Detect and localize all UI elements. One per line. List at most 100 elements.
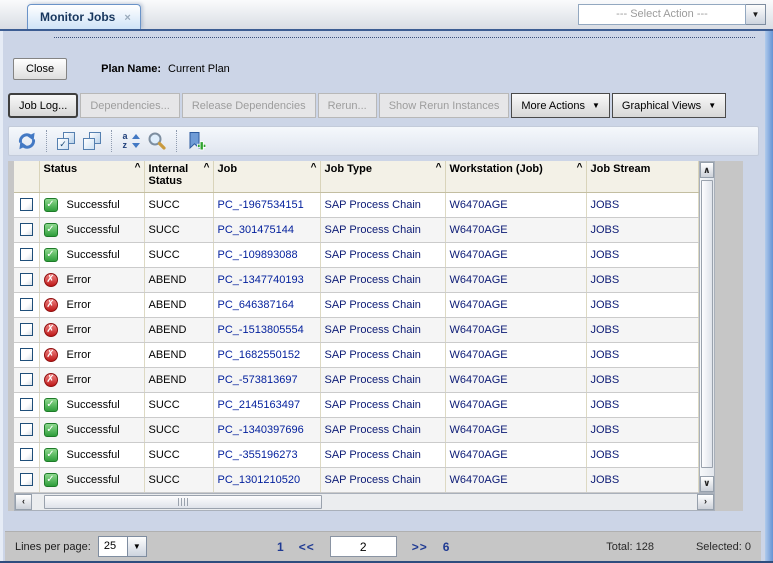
last-page-link[interactable]: 6 (443, 540, 450, 554)
status-icon: ✗ (44, 298, 58, 312)
job-stream-cell: JOBS (586, 342, 698, 367)
tab-close-icon[interactable]: × (124, 12, 130, 24)
more-actions-menu-button[interactable]: More Actions ▼ (511, 93, 610, 118)
job-type-text: SAP Process Chain (325, 424, 421, 436)
job-type-text: SAP Process Chain (325, 374, 421, 386)
job-link[interactable]: PC_-1967534151 (218, 199, 304, 211)
row-checkbox[interactable] (20, 448, 33, 461)
action-toolbar: Job Log... Dependencies... Release Depen… (8, 93, 759, 118)
row-checkbox[interactable] (20, 398, 33, 411)
header-status[interactable]: Status^ (39, 161, 144, 192)
job-link[interactable]: PC_-1347740193 (218, 274, 304, 286)
row-checkbox[interactable] (20, 423, 33, 436)
scroll-right-icon[interactable]: › (697, 494, 714, 510)
internal-status-cell: ABEND (144, 292, 213, 317)
job-stream-cell: JOBS (586, 442, 698, 467)
row-checkbox[interactable] (20, 223, 33, 236)
job-type-cell: SAP Process Chain (320, 367, 445, 392)
close-button[interactable]: Close (13, 58, 67, 80)
job-link[interactable]: PC_646387164 (218, 299, 294, 311)
lines-per-page-select[interactable]: 25 ▼ (98, 536, 147, 557)
status-cell: ✗Error (39, 267, 144, 292)
job-link[interactable]: PC_-1513805554 (218, 324, 304, 336)
deselect-all-icon[interactable] (79, 128, 105, 154)
previous-page-icon[interactable]: << (299, 540, 315, 554)
internal-status-cell: SUCC (144, 417, 213, 442)
rerun-button: Rerun... (318, 93, 377, 118)
row-checkbox[interactable] (20, 323, 33, 336)
scroll-left-icon[interactable]: ‹ (15, 494, 32, 510)
scroll-down-icon[interactable]: ∨ (700, 476, 715, 492)
total-count: Total: 128 (606, 541, 654, 553)
first-page-link[interactable]: 1 (277, 540, 284, 554)
sort-ascending-icon: ^ (577, 162, 583, 173)
status-text: Error (67, 373, 91, 385)
header-workstation[interactable]: Workstation (Job)^ (445, 161, 586, 192)
sort-icon[interactable]: az (118, 128, 144, 154)
row-checkbox[interactable] (20, 198, 33, 211)
current-page-input[interactable] (330, 536, 397, 557)
chevron-down-icon[interactable]: ▼ (746, 4, 766, 25)
add-bookmark-icon[interactable] (183, 128, 209, 154)
job-type-text: SAP Process Chain (325, 449, 421, 461)
row-select-cell (14, 442, 39, 467)
scroll-up-icon[interactable]: ∧ (700, 162, 715, 178)
plan-name: Plan Name:Current Plan (101, 63, 230, 75)
row-checkbox[interactable] (20, 298, 33, 311)
toolbar-separator (46, 130, 47, 152)
job-link[interactable]: PC_-573813697 (218, 374, 298, 386)
status-cell: ✓Successful (39, 392, 144, 417)
job-link[interactable]: PC_301475144 (218, 224, 294, 236)
job-stream-text: JOBS (591, 424, 620, 436)
row-checkbox[interactable] (20, 273, 33, 286)
horizontal-scrollbar-thumb[interactable] (44, 495, 322, 509)
vertical-scrollbar-thumb[interactable] (701, 180, 714, 468)
row-checkbox[interactable] (20, 248, 33, 261)
header-job-stream[interactable]: Job Stream (586, 161, 698, 192)
toolbar-separator (111, 130, 112, 152)
workstation-text: W6470AGE (450, 449, 508, 461)
job-stream-text: JOBS (591, 349, 620, 361)
header-internal-status[interactable]: Internal Status^ (144, 161, 213, 192)
row-checkbox[interactable] (20, 348, 33, 361)
job-stream-text: JOBS (591, 199, 620, 211)
row-checkbox[interactable] (20, 473, 33, 486)
scrollbar-grip (178, 498, 189, 506)
status-text: Error (67, 348, 91, 360)
focus-dotted-line (54, 37, 755, 38)
job-stream-text: JOBS (591, 474, 620, 486)
job-link[interactable]: PC_-1340397696 (218, 424, 304, 436)
job-link[interactable]: PC_-109893088 (218, 249, 298, 261)
row-checkbox[interactable] (20, 373, 33, 386)
job-link[interactable]: PC_1682550152 (218, 349, 301, 361)
select-all-icon[interactable]: ✓ (53, 128, 79, 154)
row-select-cell (14, 467, 39, 492)
select-action-dropdown[interactable]: --- Select Action --- ▼ (578, 4, 766, 25)
job-link[interactable]: PC_1301210520 (218, 474, 301, 486)
internal-status-text: SUCC (149, 224, 180, 236)
table-row: ✓Successful SUCC PC_2145163497 SAP Proce… (14, 392, 698, 417)
vertical-scrollbar[interactable]: ∧ ∨ (699, 161, 716, 493)
internal-status-cell: SUCC (144, 242, 213, 267)
refresh-icon[interactable] (14, 128, 40, 154)
internal-status-cell: ABEND (144, 367, 213, 392)
search-icon[interactable] (144, 128, 170, 154)
tab-monitor-jobs[interactable]: Monitor Jobs× (27, 4, 141, 29)
header-job-type[interactable]: Job Type^ (320, 161, 445, 192)
job-log-button[interactable]: Job Log... (8, 93, 78, 118)
horizontal-scrollbar[interactable]: ‹ › (14, 493, 715, 511)
workstation-cell: W6470AGE (445, 267, 586, 292)
graphical-views-menu-button[interactable]: Graphical Views ▼ (612, 93, 726, 118)
internal-status-cell: SUCC (144, 442, 213, 467)
row-select-cell (14, 342, 39, 367)
status-cell: ✓Successful (39, 192, 144, 217)
job-link[interactable]: PC_2145163497 (218, 399, 301, 411)
job-stream-text: JOBS (591, 224, 620, 236)
next-page-icon[interactable]: >> (412, 540, 428, 554)
internal-status-text: ABEND (149, 349, 187, 361)
workstation-cell: W6470AGE (445, 192, 586, 217)
chevron-down-icon[interactable]: ▼ (128, 536, 147, 557)
job-link[interactable]: PC_-355196273 (218, 449, 298, 461)
header-job[interactable]: Job^ (213, 161, 320, 192)
status-text: Successful (67, 448, 120, 460)
